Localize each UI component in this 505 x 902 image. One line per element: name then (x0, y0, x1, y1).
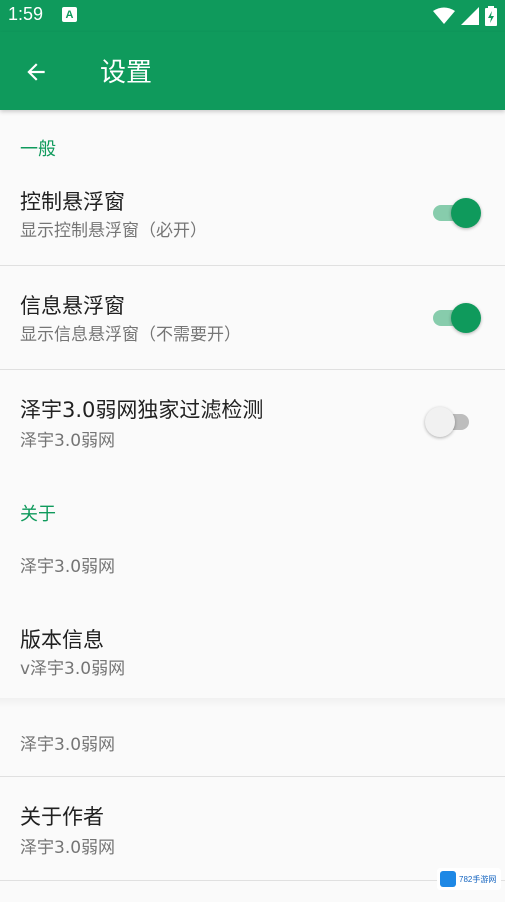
back-button[interactable] (18, 54, 54, 90)
pref-about-item-2[interactable]: 泽宇3.0弱网 (0, 708, 505, 776)
pref-weak-network-filter[interactable]: 泽宇3.0弱网独家过滤检测 泽宇3.0弱网 (0, 370, 505, 470)
pref-title: 信息悬浮窗 (20, 294, 125, 318)
watermark-logo-icon (440, 871, 456, 887)
pref-control-float-window[interactable]: 控制悬浮窗 显示控制悬浮窗（必开） (0, 162, 505, 265)
toggle-switch-control-float[interactable] (433, 196, 481, 230)
pref-summary: 泽宇3.0弱网 (20, 838, 116, 858)
pref-about-item[interactable]: 泽宇3.0弱网 (0, 530, 505, 600)
page-title: 设置 (100, 58, 153, 88)
pref-summary: 显示控制悬浮窗（必开） (20, 221, 207, 241)
status-bar: 1:59 A (0, 0, 505, 32)
wifi-icon (433, 7, 455, 24)
app-bar: 设置 (0, 32, 505, 110)
pref-summary: 泽宇3.0弱网 (20, 557, 116, 577)
watermark-text: 782手游网 (459, 874, 497, 884)
switch-thumb (425, 407, 455, 437)
arrow-left-icon (27, 63, 45, 81)
pref-about-author[interactable]: 关于作者 泽宇3.0弱网 (0, 777, 505, 880)
pref-title: 版本信息 (20, 628, 104, 652)
status-icons (433, 6, 497, 26)
signal-icon (461, 7, 479, 25)
pref-title: 关于作者 (20, 805, 104, 829)
pref-version-info[interactable]: 版本信息 v泽宇3.0弱网 (0, 600, 505, 698)
divider-shadow (0, 698, 505, 708)
status-time: 1:59 (8, 4, 44, 24)
switch-thumb (451, 198, 481, 228)
switch-thumb (451, 303, 481, 333)
toggle-switch-weak-network[interactable] (425, 405, 473, 439)
section-header-about: 关于 (20, 504, 56, 525)
battery-icon (485, 6, 497, 26)
pref-summary: 显示信息悬浮窗（不需要开） (20, 325, 241, 345)
watermark: 782手游网 (437, 868, 501, 890)
pref-title: 泽宇3.0弱网独家过滤检测 (20, 398, 264, 422)
divider (0, 880, 505, 881)
pref-summary: 泽宇3.0弱网 (20, 431, 116, 451)
pref-summary: v泽宇3.0弱网 (20, 659, 126, 679)
toggle-switch-info-float[interactable] (433, 301, 481, 335)
pref-title: 控制悬浮窗 (20, 190, 125, 214)
pref-summary: 泽宇3.0弱网 (20, 735, 116, 755)
section-header-general: 一般 (20, 139, 56, 160)
notification-icon: A (62, 7, 77, 22)
pref-info-float-window[interactable]: 信息悬浮窗 显示信息悬浮窗（不需要开） (0, 266, 505, 369)
